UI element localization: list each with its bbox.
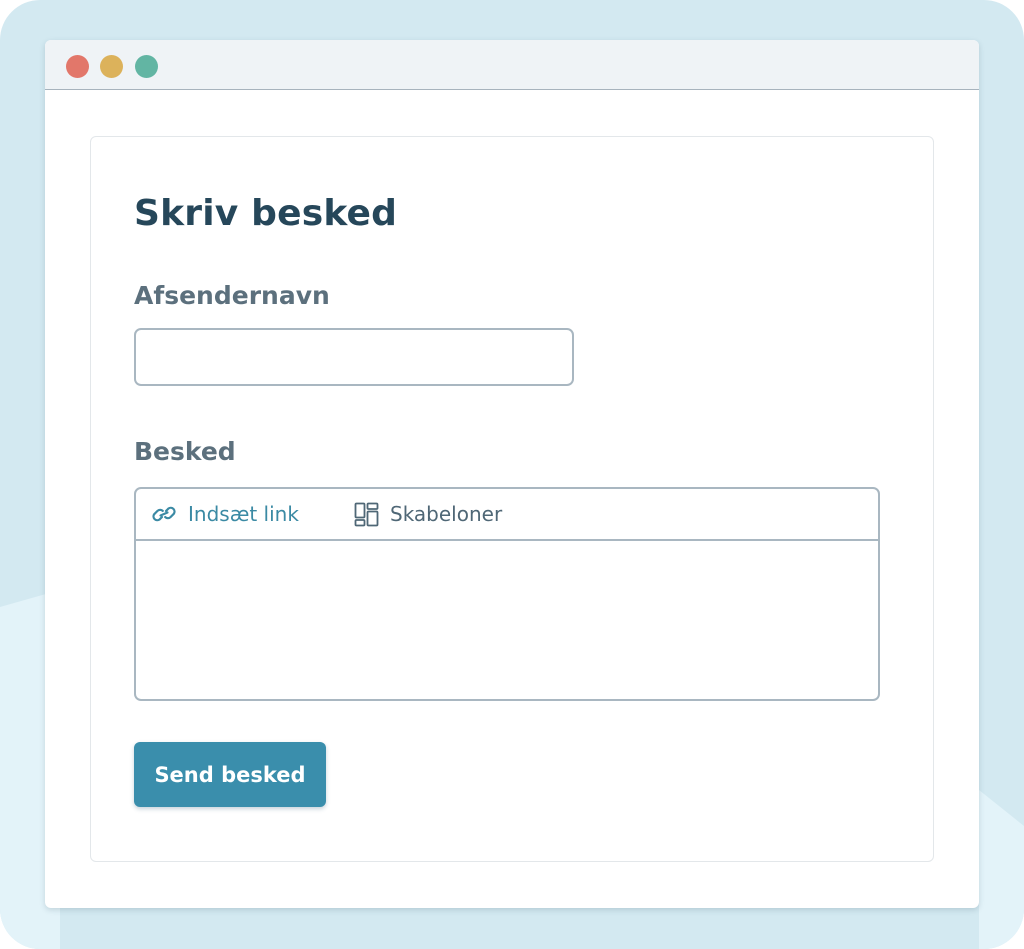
message-textarea[interactable] — [136, 541, 878, 699]
templates-button[interactable]: Skabeloner — [354, 501, 502, 527]
template-layout-icon — [354, 502, 379, 526]
insert-link-button[interactable]: Indsæt link — [151, 501, 299, 527]
templates-label: Skabeloner — [390, 502, 503, 526]
sender-name-label: Afsendernavn — [134, 281, 330, 310]
message-label: Besked — [134, 437, 236, 466]
browser-window: Skriv besked Afsendernavn Besked Indsæt … — [45, 40, 979, 908]
window-titlebar — [45, 40, 979, 90]
send-message-button[interactable]: Send besked — [134, 742, 326, 807]
link-icon — [152, 506, 176, 522]
insert-link-label: Indsæt link — [188, 502, 299, 526]
minimize-dot[interactable] — [100, 55, 123, 78]
editor-toolbar: Indsæt link Skabeloner — [136, 489, 878, 541]
page-title: Skriv besked — [134, 193, 398, 234]
maximize-dot[interactable] — [135, 55, 158, 78]
close-dot[interactable] — [66, 55, 89, 78]
message-form-card: Skriv besked Afsendernavn Besked Indsæt … — [90, 136, 934, 862]
message-editor: Indsæt link Skabeloner — [134, 487, 880, 701]
sender-name-input[interactable] — [134, 328, 574, 386]
